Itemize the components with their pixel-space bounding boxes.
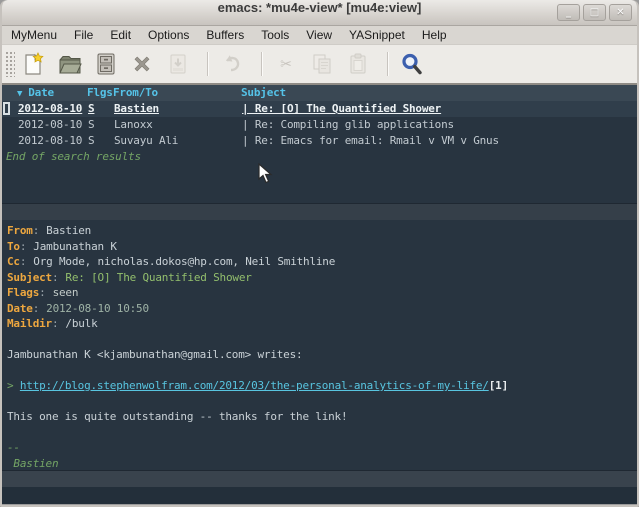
headers-empty-space <box>2 165 637 203</box>
toolbar-separator <box>207 52 209 76</box>
end-of-results-label: End of search results <box>2 149 637 165</box>
field-label-subject: Subject <box>7 271 52 284</box>
toolbar-separator <box>387 52 389 76</box>
field-label-from: From <box>7 224 33 237</box>
toolbar-drag-handle[interactable] <box>5 51 15 77</box>
menu-item-buffers[interactable]: Buffers <box>206 28 244 42</box>
row-subject: | Re: Compiling glib applications <box>242 117 637 133</box>
close-button[interactable]: ✕ <box>609 4 632 21</box>
save-icon <box>166 52 190 76</box>
field-label-maildir: Maildir <box>7 317 52 330</box>
column-flags[interactable]: Flgs <box>87 85 113 101</box>
mu4e-view-pane: From:Bastien To:Jambunathan K Cc:Org Mod… <box>2 220 637 470</box>
cut-button[interactable]: ✂ <box>271 49 301 79</box>
window-title: emacs: *mu4e-view* [mu4e:view] <box>2 0 637 15</box>
signature-name: Bastien <box>7 457 58 470</box>
signature-separator: -- <box>7 441 20 454</box>
field-value-flags: seen <box>53 286 79 299</box>
copy-button[interactable] <box>307 49 337 79</box>
row-flags: S <box>88 133 114 149</box>
field-label-date: Date <box>7 302 33 315</box>
column-date[interactable]: ▼Date <box>17 85 87 101</box>
close-buffer-button[interactable] <box>127 49 157 79</box>
file-cabinet-icon <box>94 52 118 76</box>
menu-item-help[interactable]: Help <box>422 28 447 42</box>
emacs-frame: ▼Date Flgs From/To Subject 2012-08-10 S … <box>2 85 637 504</box>
body-hyperlink[interactable]: http://blog.stephenwolfram.com/2012/03/t… <box>20 379 489 392</box>
open-folder-icon <box>58 52 82 76</box>
row-date: 2012-08-10 <box>18 117 88 133</box>
undo-button[interactable] <box>217 49 247 79</box>
scissors-icon: ✂ <box>280 53 291 75</box>
message-row-selected[interactable]: 2012-08-10 S Bastien | Re: [O] The Quant… <box>2 101 637 117</box>
row-date: 2012-08-10 <box>18 101 88 117</box>
body-attribution: Jambunathan K <kjambunathan@gmail.com> w… <box>7 348 302 361</box>
view-modeline: *mu4e-view* ( 1, 0) [All/372] [mu4e:view… <box>2 470 637 487</box>
open-file-button[interactable] <box>55 49 85 79</box>
field-label-cc: Cc <box>7 255 20 268</box>
row-subject: | Re: Emacs for email: Rmail v VM v Gnus <box>242 133 637 149</box>
new-file-icon <box>22 52 46 76</box>
message-row[interactable]: 2012-08-10 S Lanoxx | Re: Compiling glib… <box>2 117 637 133</box>
row-flags: S <box>88 117 114 133</box>
row-from: Bastien <box>114 101 242 117</box>
field-value-subject: Re: [O] The Quantified Shower <box>65 271 251 284</box>
menu-item-tools[interactable]: Tools <box>261 28 289 42</box>
mu4e-headers-pane: ▼Date Flgs From/To Subject 2012-08-10 S … <box>2 85 637 220</box>
menu-bar: MyMenu File Edit Options Buffers Tools V… <box>2 26 637 45</box>
message-row[interactable]: 2012-08-10 S Suvayu Ali | Re: Emacs for … <box>2 133 637 149</box>
field-value-maildir: /bulk <box>65 317 97 330</box>
toolbar: ✂ <box>2 45 637 85</box>
menu-item-view[interactable]: View <box>306 28 332 42</box>
text-cursor <box>3 102 10 115</box>
clipboard-icon <box>346 52 370 76</box>
toolbar-separator <box>261 52 263 76</box>
column-from[interactable]: From/To <box>113 85 241 101</box>
minimize-button[interactable]: _ <box>557 4 580 21</box>
menu-item-file[interactable]: File <box>74 28 93 42</box>
maximize-button[interactable]: □ <box>583 4 606 21</box>
search-button[interactable] <box>397 49 427 79</box>
copy-pages-icon <box>310 52 334 76</box>
paste-button[interactable] <box>343 49 373 79</box>
save-buffer-button[interactable] <box>163 49 193 79</box>
row-flags: S <box>88 101 114 117</box>
menu-item-options[interactable]: Options <box>148 28 189 42</box>
dired-directory-button[interactable] <box>91 49 121 79</box>
row-date: 2012-08-10 <box>18 133 88 149</box>
close-x-icon <box>130 52 154 76</box>
field-value-cc: Org Mode, nicholas.dokos@hp.com, Neil Sm… <box>33 255 335 268</box>
row-from: Suvayu Ali <box>114 133 242 149</box>
menu-item-mymenu[interactable]: MyMenu <box>11 28 57 42</box>
emacs-window: emacs: *mu4e-view* [mu4e:view] _ □ ✕ MyM… <box>0 0 639 507</box>
field-label-to: To <box>7 240 20 253</box>
row-subject: | Re: [O] The Quantified Shower <box>242 101 637 117</box>
search-magnifier-icon <box>400 52 424 76</box>
menu-item-yasnippet[interactable]: YASnippet <box>349 28 405 42</box>
headers-modeline: *mu4e-headers* ( 1, 0) [All/275] [mu4e-h… <box>2 203 637 220</box>
column-subject[interactable]: Subject <box>241 85 637 101</box>
field-label-flags: Flags <box>7 286 39 299</box>
row-from: Lanoxx <box>114 117 242 133</box>
field-value-from: Bastien <box>46 224 91 237</box>
link-footnote-ref: [1] <box>489 379 508 392</box>
new-file-button[interactable] <box>19 49 49 79</box>
menu-item-edit[interactable]: Edit <box>110 28 131 42</box>
quote-prefix: > <box>7 379 20 392</box>
field-value-to: Jambunathan K <box>33 240 117 253</box>
echo-area[interactable] <box>2 487 637 504</box>
body-comment: This one is quite outstanding -- thanks … <box>7 410 347 423</box>
title-bar[interactable]: emacs: *mu4e-view* [mu4e:view] _ □ ✕ <box>2 0 637 26</box>
undo-arrow-icon <box>220 52 244 76</box>
field-value-date: 2012-08-10 10:50 <box>46 302 149 315</box>
sort-descending-icon: ▼ <box>17 89 22 99</box>
headers-column-header: ▼Date Flgs From/To Subject <box>2 85 637 101</box>
window-controls: _ □ ✕ <box>557 4 632 21</box>
